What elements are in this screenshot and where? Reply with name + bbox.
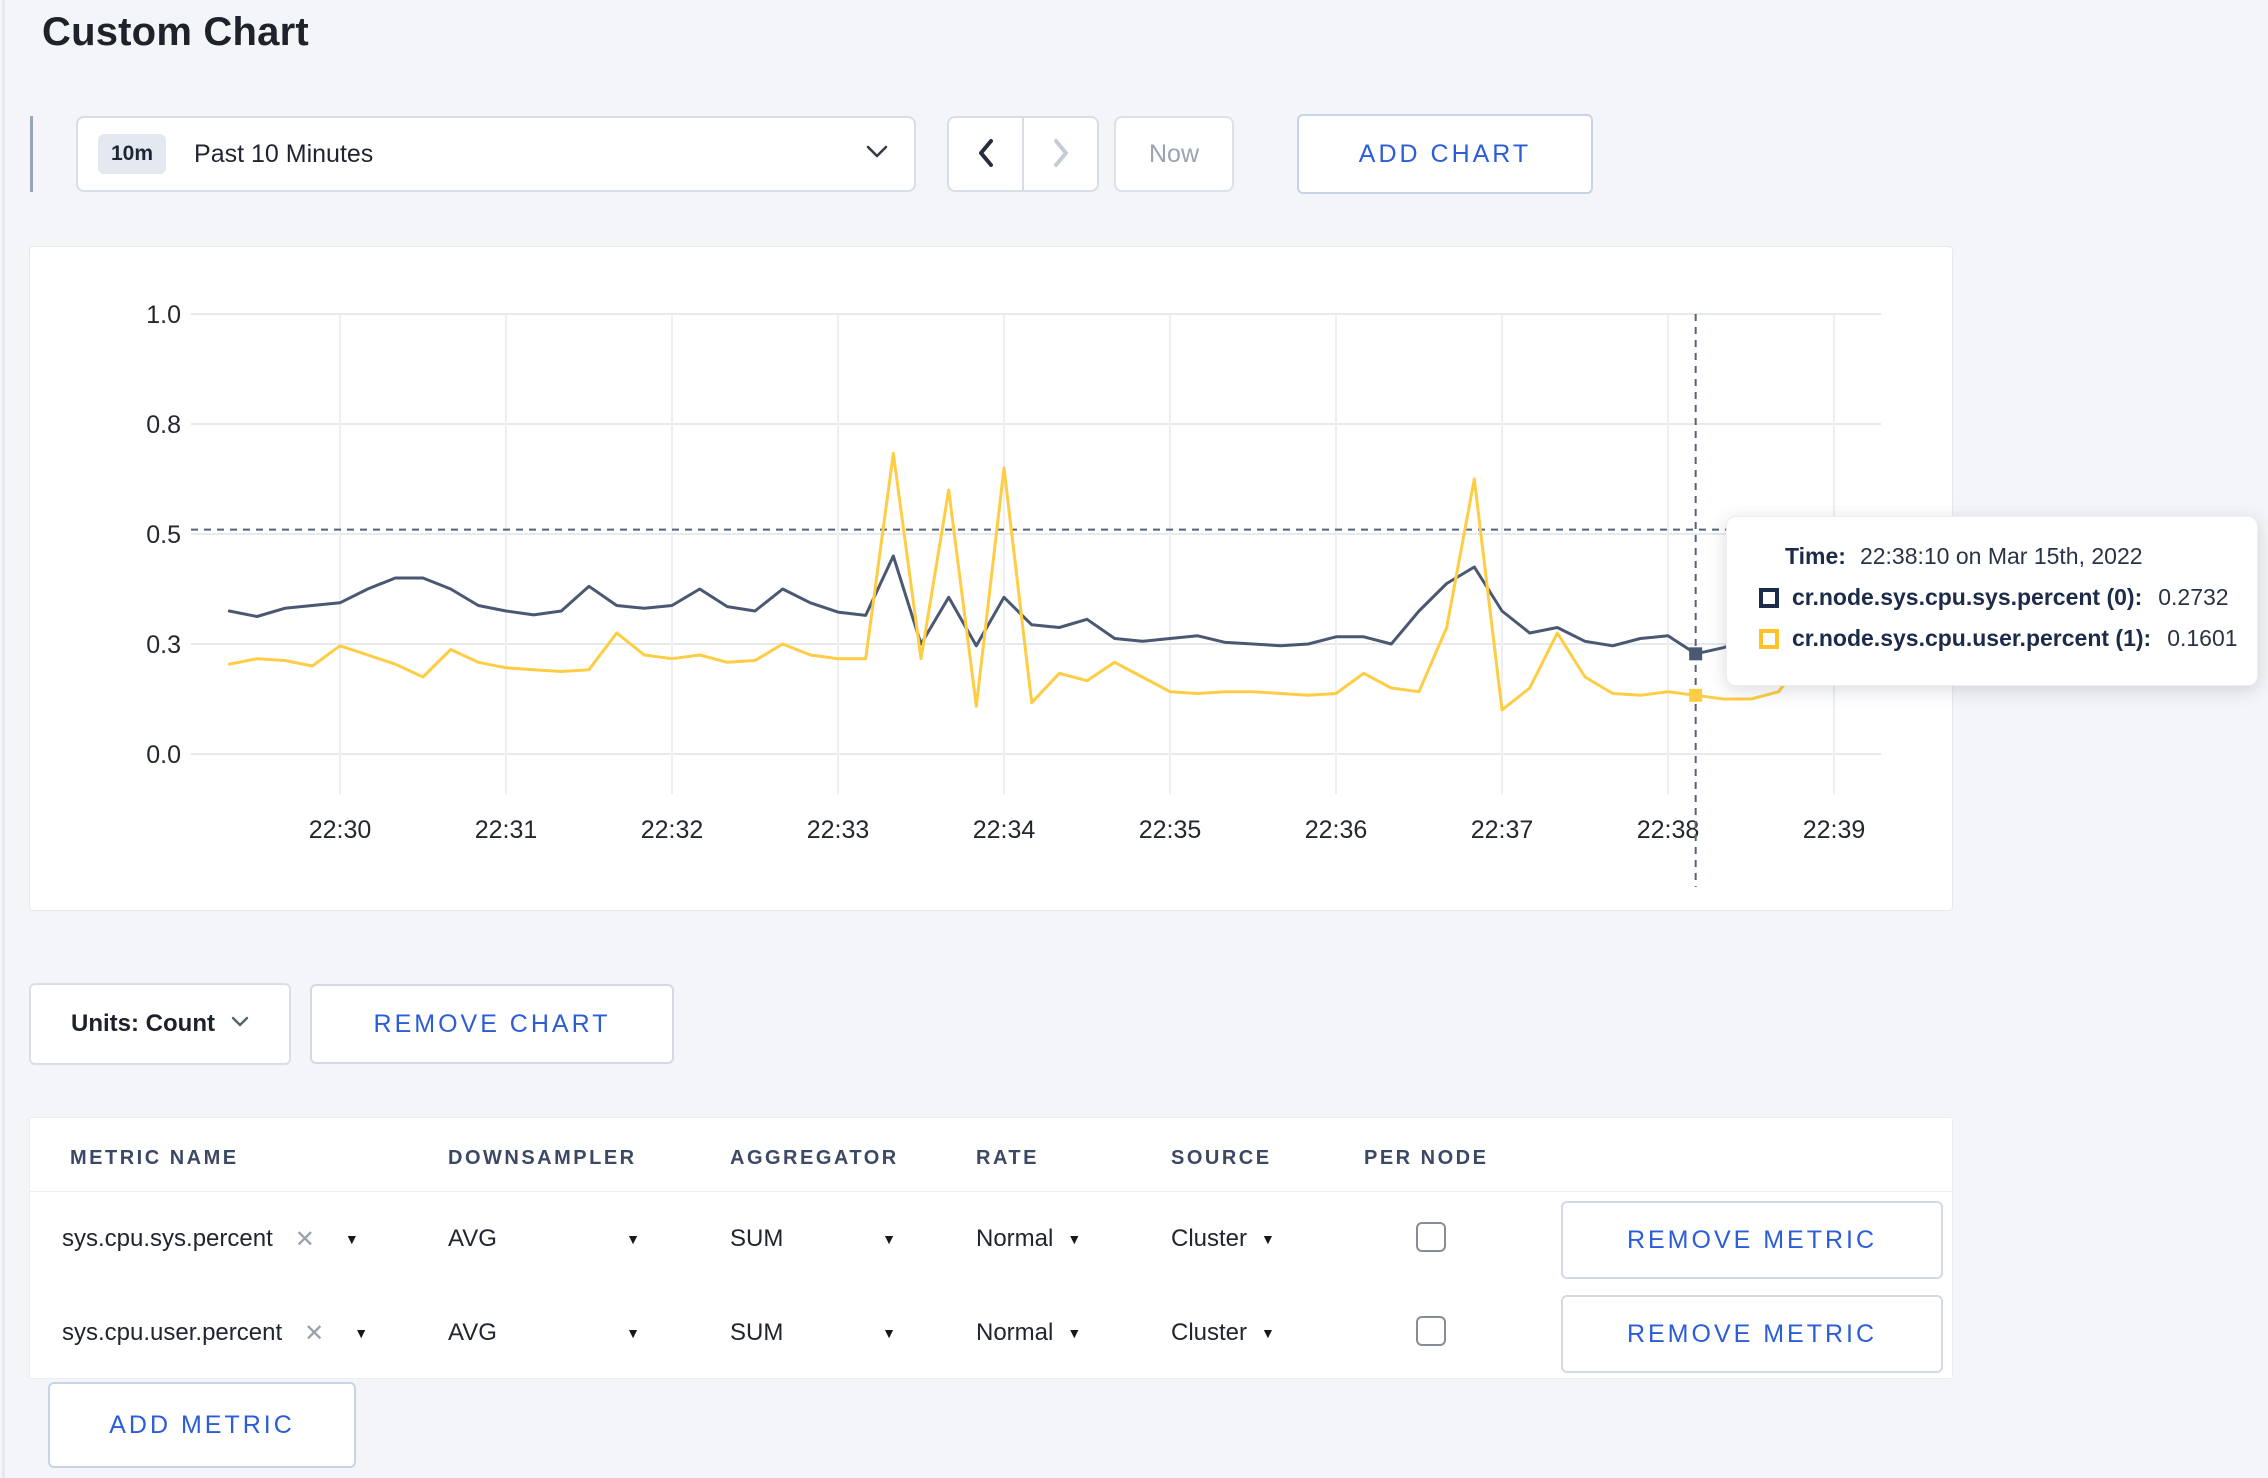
downsampler-select[interactable]: AVG ▼ bbox=[448, 1192, 640, 1286]
caret-down-icon: ▼ bbox=[1261, 1325, 1275, 1341]
metrics-table: METRIC NAME DOWNSAMPLER AGGREGATOR RATE … bbox=[29, 1117, 1953, 1379]
tooltip-series-value: 0.1601 bbox=[2167, 625, 2238, 651]
per-node-checkbox[interactable] bbox=[1416, 1316, 1446, 1346]
svg-text:0.0: 0.0 bbox=[146, 741, 181, 769]
remove-metric-button[interactable]: REMOVE METRIC bbox=[1561, 1201, 1943, 1279]
aggregator-select[interactable]: SUM ▼ bbox=[730, 1192, 896, 1286]
caret-down-icon: ▼ bbox=[882, 1231, 896, 1247]
metric-name-cell: sys.cpu.user.percent ✕ ▼ bbox=[62, 1286, 368, 1380]
units-label: Units: Count bbox=[71, 1010, 215, 1037]
header-aggregator: AGGREGATOR bbox=[730, 1147, 899, 1169]
svg-text:1.0: 1.0 bbox=[146, 301, 181, 329]
caret-down-icon: ▼ bbox=[626, 1231, 640, 1247]
header-metric-name: METRIC NAME bbox=[70, 1147, 239, 1169]
header-rate: RATE bbox=[976, 1147, 1039, 1169]
chart-tooltip: Time: 22:38:10 on Mar 15th, 2022 cr.node… bbox=[1726, 516, 2258, 686]
add-metric-button[interactable]: ADD METRIC bbox=[48, 1382, 356, 1468]
metric-caret-icon[interactable]: ▼ bbox=[345, 1231, 359, 1247]
svg-text:22:37: 22:37 bbox=[1471, 816, 1534, 844]
prev-range-button[interactable] bbox=[949, 118, 1024, 190]
page-left-border bbox=[2, 0, 5, 1478]
caret-down-icon: ▼ bbox=[1261, 1231, 1275, 1247]
header-source: SOURCE bbox=[1171, 1147, 1272, 1169]
svg-text:22:33: 22:33 bbox=[807, 816, 870, 844]
aggregator-select[interactable]: SUM ▼ bbox=[730, 1286, 896, 1380]
time-window-dropdown[interactable]: 10m Past 10 Minutes bbox=[76, 116, 916, 192]
svg-text:22:32: 22:32 bbox=[641, 816, 704, 844]
downsampler-select[interactable]: AVG ▼ bbox=[448, 1286, 640, 1380]
chevron-left-icon bbox=[976, 138, 996, 171]
chevron-right-icon bbox=[1051, 138, 1071, 171]
remove-metric-button[interactable]: REMOVE METRIC bbox=[1561, 1295, 1943, 1373]
source-select[interactable]: Cluster ▼ bbox=[1171, 1192, 1275, 1286]
caret-down-icon: ▼ bbox=[1067, 1231, 1082, 1247]
time-window-badge: 10m bbox=[98, 134, 167, 174]
per-node-checkbox[interactable] bbox=[1416, 1222, 1446, 1252]
tooltip-series-name: cr.node.sys.cpu.user.percent (1): bbox=[1792, 625, 2152, 651]
clear-metric-icon[interactable]: ✕ bbox=[295, 1225, 315, 1254]
chart-panel: 0.0 0.3 0.5 0.8 1.0 22:30 22:31 22:32 22:33 22:34… bbox=[29, 246, 1953, 911]
metric-name-value[interactable]: sys.cpu.user.percent bbox=[62, 1319, 282, 1347]
clear-metric-icon[interactable]: ✕ bbox=[304, 1319, 324, 1348]
caret-down-icon: ▼ bbox=[1067, 1325, 1082, 1341]
svg-text:22:31: 22:31 bbox=[475, 816, 538, 844]
remove-chart-button[interactable]: REMOVE CHART bbox=[310, 984, 674, 1064]
metrics-table-header: METRIC NAME DOWNSAMPLER AGGREGATOR RATE … bbox=[30, 1118, 1952, 1192]
page-title: Custom Chart bbox=[42, 10, 309, 54]
metric-caret-icon[interactable]: ▼ bbox=[354, 1325, 368, 1341]
tooltip-series-value: 0.2732 bbox=[2158, 584, 2229, 610]
series-swatch-icon bbox=[1759, 628, 1779, 649]
metric-name-value[interactable]: sys.cpu.sys.percent bbox=[62, 1225, 273, 1253]
now-button[interactable]: Now bbox=[1114, 116, 1234, 192]
svg-text:22:36: 22:36 bbox=[1305, 816, 1368, 844]
chevron-down-icon bbox=[231, 1015, 249, 1033]
units-dropdown[interactable]: Units: Count bbox=[29, 983, 291, 1065]
svg-text:22:39: 22:39 bbox=[1803, 816, 1866, 844]
caret-down-icon: ▼ bbox=[626, 1325, 640, 1341]
toolbar-divider bbox=[30, 116, 33, 192]
svg-text:0.8: 0.8 bbox=[146, 411, 181, 439]
chevron-down-icon bbox=[866, 145, 888, 164]
series-swatch-icon bbox=[1759, 587, 1779, 608]
svg-text:22:35: 22:35 bbox=[1139, 816, 1202, 844]
rate-select[interactable]: Normal ▼ bbox=[976, 1286, 1081, 1380]
tooltip-time-value: 22:38:10 on Mar 15th, 2022 bbox=[1859, 543, 2143, 569]
header-per-node: PER NODE bbox=[1364, 1147, 1489, 1169]
metric-row: sys.cpu.user.percent ✕ ▼ AVG ▼ SUM ▼ Norma… bbox=[30, 1286, 1952, 1380]
caret-down-icon: ▼ bbox=[882, 1325, 896, 1341]
next-range-button[interactable] bbox=[1024, 118, 1097, 190]
metric-name-cell: sys.cpu.sys.percent ✕ ▼ bbox=[62, 1192, 359, 1286]
header-downsampler: DOWNSAMPLER bbox=[448, 1147, 637, 1169]
svg-text:0.3: 0.3 bbox=[146, 631, 181, 659]
time-window-label: Past 10 Minutes bbox=[194, 139, 374, 168]
source-select[interactable]: Cluster ▼ bbox=[1171, 1286, 1275, 1380]
tooltip-series-row: cr.node.sys.cpu.sys.percent (0): 0.2732 bbox=[1759, 584, 2257, 611]
svg-text:22:34: 22:34 bbox=[973, 816, 1036, 844]
rate-select[interactable]: Normal ▼ bbox=[976, 1192, 1081, 1286]
time-range-nav bbox=[947, 116, 1099, 192]
tooltip-time-label: Time: bbox=[1785, 543, 1846, 569]
svg-text:0.5: 0.5 bbox=[146, 521, 181, 549]
svg-text:22:38: 22:38 bbox=[1637, 816, 1700, 844]
add-chart-button[interactable]: ADD CHART bbox=[1297, 114, 1593, 194]
cpu-usage-chart[interactable]: 0.0 0.3 0.5 0.8 1.0 22:30 22:31 22:32 22:33 22:34… bbox=[30, 247, 1952, 910]
svg-text:22:30: 22:30 bbox=[309, 816, 372, 844]
tooltip-series-row: cr.node.sys.cpu.user.percent (1): 0.1601 bbox=[1759, 625, 2257, 652]
tooltip-series-name: cr.node.sys.cpu.sys.percent (0): bbox=[1792, 584, 2143, 610]
metric-row: sys.cpu.sys.percent ✕ ▼ AVG ▼ SUM ▼ Normal… bbox=[30, 1192, 1952, 1286]
